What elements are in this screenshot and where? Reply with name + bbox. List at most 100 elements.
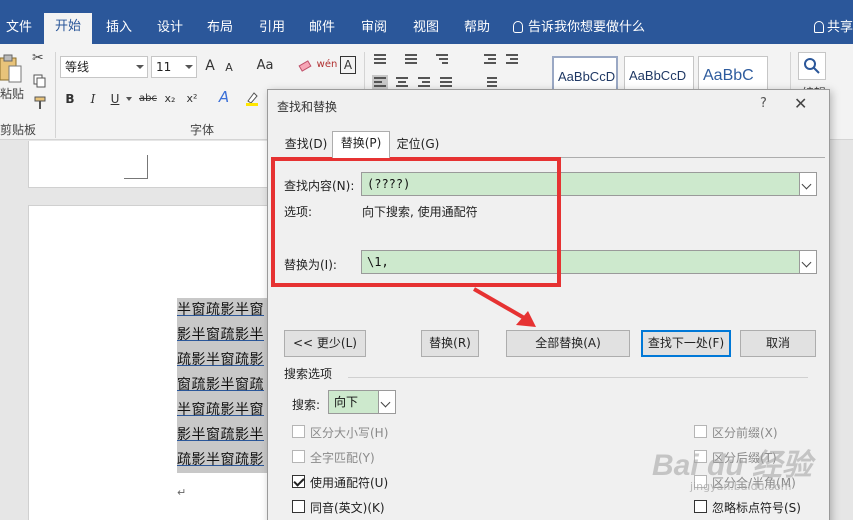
share-button[interactable]: 共享 bbox=[814, 14, 853, 42]
tab-replace[interactable]: 替换(P) bbox=[332, 131, 390, 158]
tell-me-text: 告诉我你想要做什么 bbox=[528, 20, 646, 35]
line-spacing-icon[interactable] bbox=[482, 75, 498, 89]
watermark-logo: Bai du 经验 bbox=[652, 449, 813, 482]
font-size-combo[interactable]: 11 bbox=[151, 56, 197, 78]
chevron-down-icon[interactable] bbox=[799, 251, 816, 273]
annotation-arrow bbox=[473, 287, 536, 327]
change-case-button[interactable]: Aa bbox=[252, 57, 278, 77]
numbering-icon[interactable] bbox=[403, 52, 419, 66]
highlight-icon[interactable] bbox=[244, 90, 260, 106]
share-label: 共享 bbox=[827, 20, 853, 35]
justify-icon[interactable] bbox=[438, 75, 454, 89]
clear-format-icon[interactable] bbox=[297, 58, 313, 74]
chevron-down-icon[interactable] bbox=[133, 57, 147, 77]
doc-text-line[interactable]: 影半窗疏影半 bbox=[177, 423, 269, 448]
tab-layout[interactable]: 布局 bbox=[198, 14, 242, 44]
align-center-icon[interactable] bbox=[394, 75, 410, 89]
superscript-button[interactable]: x² bbox=[184, 90, 200, 110]
ignore-punct-checkbox[interactable] bbox=[694, 500, 707, 513]
increase-indent-icon[interactable] bbox=[504, 52, 520, 66]
close-icon[interactable]: ✕ bbox=[794, 94, 807, 113]
chevron-down-icon[interactable] bbox=[126, 97, 132, 101]
decrease-indent-icon[interactable] bbox=[482, 52, 498, 66]
bullets-icon[interactable] bbox=[372, 52, 388, 66]
doc-text-span: 半窗疏影半窗 bbox=[177, 402, 264, 418]
copy-icon[interactable] bbox=[33, 74, 47, 88]
tab-references[interactable]: 引用 bbox=[250, 14, 294, 44]
tab-help[interactable]: 帮助 bbox=[455, 14, 499, 44]
search-icon[interactable] bbox=[798, 52, 826, 80]
doc-text-line[interactable]: 窗疏影半窗疏 bbox=[177, 373, 269, 398]
char-border-icon[interactable]: A bbox=[340, 56, 356, 74]
lightbulb-icon bbox=[513, 21, 523, 33]
tab-goto[interactable]: 定位(G) bbox=[392, 133, 444, 156]
dialog-title: 查找和替换 bbox=[277, 100, 338, 114]
chevron-down-icon[interactable] bbox=[799, 173, 816, 195]
match-case-label: 区分大小写(H) bbox=[310, 426, 389, 440]
doc-text-span: 疏影半窗疏影 bbox=[177, 452, 264, 468]
cancel-button[interactable]: 取消 bbox=[740, 330, 816, 357]
sounds-like-checkbox[interactable] bbox=[292, 500, 305, 513]
font-group-label: 字体 bbox=[190, 123, 215, 137]
clipboard-icon[interactable] bbox=[0, 54, 22, 84]
chevron-down-icon[interactable] bbox=[378, 391, 395, 413]
watermark-url: jingyan.baidu.com bbox=[690, 480, 792, 493]
find-next-button[interactable]: 查找下一处(F) bbox=[641, 330, 731, 357]
font-size-value: 11 bbox=[156, 60, 172, 74]
multilevel-list-icon[interactable] bbox=[434, 52, 450, 66]
search-direction-select[interactable]: 向下 bbox=[328, 390, 396, 414]
chevron-down-icon[interactable] bbox=[182, 57, 196, 77]
tab-file[interactable]: 文件 bbox=[0, 14, 38, 44]
less-button[interactable]: << 更少(L) bbox=[284, 330, 366, 357]
page-previous bbox=[28, 141, 278, 188]
doc-text-span: 半窗疏影半窗 bbox=[177, 302, 264, 318]
ribbon-tab-bar: 文件 开始 插入 设计 布局 引用 邮件 审阅 视图 帮助 告诉我你想要做什么 … bbox=[0, 0, 853, 44]
doc-text-line[interactable]: 半窗疏影半窗 bbox=[177, 298, 269, 323]
search-direction-value: 向下 bbox=[334, 395, 359, 409]
clipboard-group-label: 剪贴板 bbox=[0, 123, 37, 137]
text-effects-button[interactable]: A bbox=[216, 88, 232, 108]
match-prefix-checkbox[interactable] bbox=[694, 425, 707, 438]
shrink-font-button[interactable]: A bbox=[222, 59, 236, 79]
italic-button[interactable]: I bbox=[86, 90, 100, 110]
search-options-title: 搜索选项 bbox=[284, 367, 333, 381]
strikethrough-button[interactable]: abc bbox=[137, 90, 159, 110]
whole-word-checkbox[interactable] bbox=[292, 450, 305, 463]
tab-design[interactable]: 设计 bbox=[148, 14, 192, 44]
bold-button[interactable]: B bbox=[63, 90, 77, 110]
grow-font-button[interactable]: A bbox=[202, 57, 218, 77]
tab-mailings[interactable]: 邮件 bbox=[300, 14, 344, 44]
underline-button[interactable]: U bbox=[108, 90, 122, 110]
options-divider bbox=[348, 377, 808, 378]
doc-text-line[interactable]: 疏影半窗疏影 bbox=[177, 348, 269, 373]
wildcards-checkbox[interactable] bbox=[292, 475, 305, 488]
tab-home[interactable]: 开始 bbox=[44, 13, 92, 44]
align-left-icon[interactable] bbox=[372, 75, 388, 89]
phonetic-guide-button[interactable]: wén bbox=[316, 56, 338, 76]
doc-text-line[interactable]: 影半窗疏影半 bbox=[177, 323, 269, 348]
tab-insert[interactable]: 插入 bbox=[97, 14, 141, 44]
doc-text-line[interactable]: 半窗疏影半窗 bbox=[177, 398, 269, 423]
tell-me-search[interactable]: 告诉我你想要做什么 bbox=[513, 14, 645, 42]
align-right-icon[interactable] bbox=[416, 75, 432, 89]
tab-view[interactable]: 视图 bbox=[404, 14, 448, 44]
font-name-combo[interactable]: 等线 bbox=[60, 56, 148, 78]
margin-crop-mark bbox=[124, 155, 148, 179]
font-name-value: 等线 bbox=[65, 60, 90, 74]
doc-text-line[interactable]: 疏影半窗疏影 bbox=[177, 448, 269, 473]
tab-review[interactable]: 审阅 bbox=[352, 14, 396, 44]
subscript-button[interactable]: x₂ bbox=[162, 90, 178, 110]
whole-word-label: 全字匹配(Y) bbox=[310, 451, 375, 465]
person-icon bbox=[814, 21, 824, 33]
doc-text-span: 影半窗疏影半 bbox=[177, 427, 264, 443]
paste-label[interactable]: 粘贴 bbox=[0, 85, 24, 102]
cut-icon[interactable]: ✂ bbox=[32, 50, 48, 66]
format-painter-icon[interactable] bbox=[33, 96, 47, 110]
match-case-checkbox[interactable] bbox=[292, 425, 305, 438]
paragraph-mark: ↵ bbox=[177, 486, 187, 499]
help-icon[interactable]: ? bbox=[760, 96, 767, 111]
sounds-like-label: 同音(英文)(K) bbox=[310, 501, 385, 515]
doc-text-span: 疏影半窗疏影 bbox=[177, 352, 264, 368]
tab-find[interactable]: 查找(D) bbox=[280, 133, 332, 156]
wildcards-label: 使用通配符(U) bbox=[310, 476, 389, 490]
